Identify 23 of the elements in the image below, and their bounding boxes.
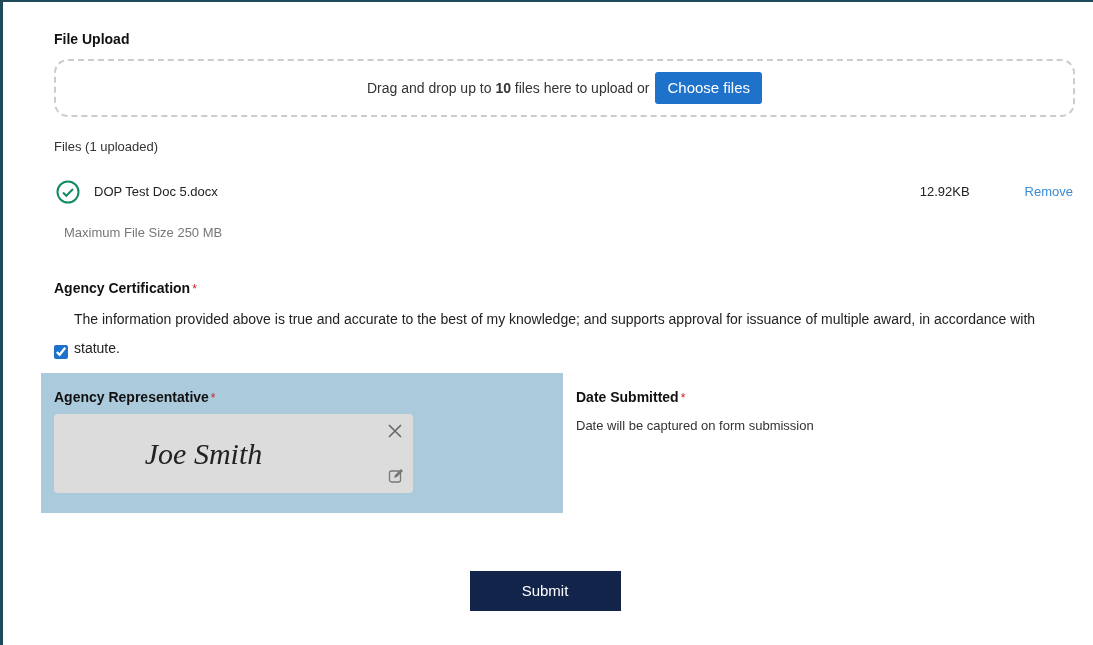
drop-zone-text: Drag and drop up to 10 files here to upload or <box>366 78 650 98</box>
required-asterisk: * <box>680 390 686 407</box>
required-asterisk: * <box>192 281 197 298</box>
date-note: Date will be captured on form submission <box>576 417 814 435</box>
certification-checkbox[interactable] <box>54 345 68 359</box>
drop-zone[interactable]: Drag and drop up to 10 files here to upload or Choose files <box>54 59 1075 117</box>
close-icon[interactable] <box>387 423 403 439</box>
signature: Joe Smith <box>144 436 263 472</box>
choose-files-button[interactable]: Choose files <box>655 72 763 104</box>
section-title: Agency Certification <box>54 279 191 298</box>
signature-pad[interactable]: Joe Smith <box>54 414 413 493</box>
edit-icon[interactable] <box>388 468 404 484</box>
file-name: DOP Test Doc 5.docx <box>94 182 218 201</box>
submit-button[interactable]: Submit <box>469 571 621 611</box>
remove-link[interactable]: Remove <box>1024 181 1073 202</box>
field-label: Agency Representative <box>54 388 209 407</box>
file-size: 12.92KB <box>919 182 970 201</box>
required-asterisk: * <box>210 390 216 407</box>
section-title: File Upload <box>54 30 131 49</box>
field-label: Date Submitted <box>576 388 679 407</box>
certification-statement: The information provided above is true and accurate to the best of my knowledge; and supports approval for issuance of multiple award, in accordance with statute. <box>74 310 1037 358</box>
files-heading: Files (1 uploaded) <box>54 138 160 156</box>
max-file-size-note: Maximum File Size 250 MB <box>64 223 224 242</box>
